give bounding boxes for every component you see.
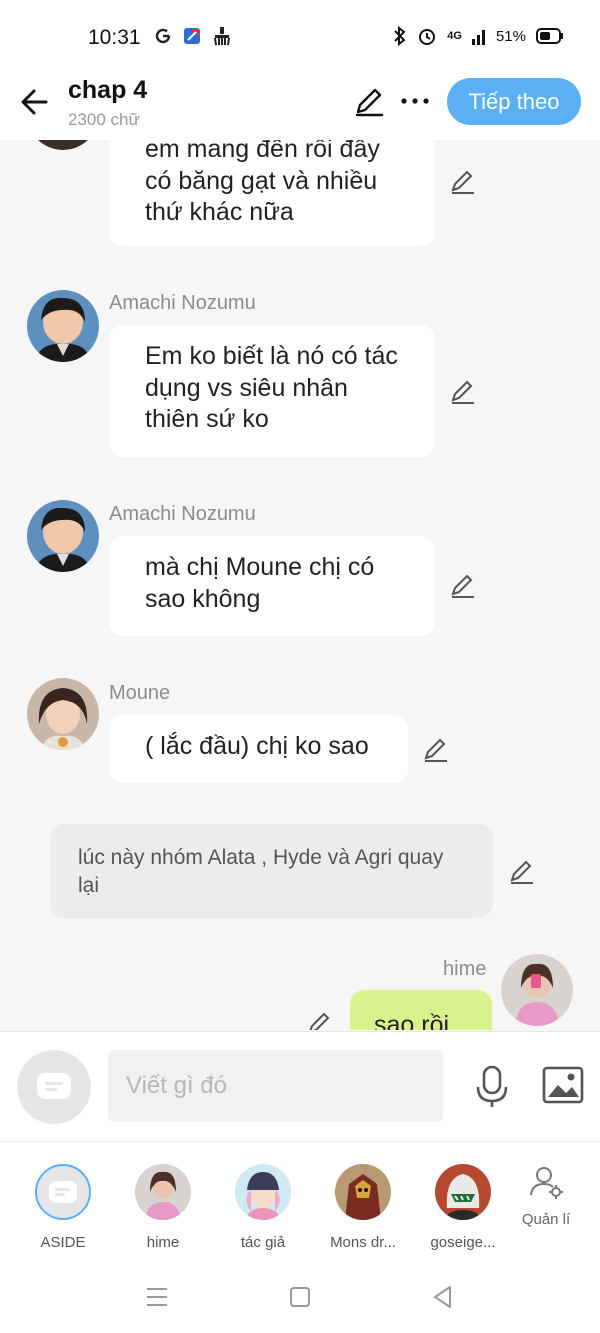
image-upload-icon[interactable] bbox=[542, 1065, 584, 1105]
character-avatar bbox=[235, 1164, 291, 1220]
message-bubble[interactable]: mà chị Moune chị có sao không bbox=[109, 536, 435, 636]
manage-characters-button[interactable]: Quản lí bbox=[514, 1164, 578, 1228]
avatar-portrait-image bbox=[501, 954, 573, 1026]
shield-app-icon bbox=[184, 28, 200, 44]
character-tac-gia[interactable]: tác giả bbox=[218, 1164, 308, 1251]
chat-bubble-icon bbox=[49, 1181, 77, 1203]
edit-pencil-icon[interactable] bbox=[352, 84, 386, 118]
next-button[interactable]: Tiếp theo bbox=[447, 78, 581, 125]
self-message-bubble[interactable]: sao rồi bbox=[350, 990, 492, 1030]
sender-name: Amachi Nozumu bbox=[109, 292, 256, 314]
menu-icon[interactable] bbox=[144, 1284, 170, 1310]
sender-name: Moune bbox=[109, 682, 171, 704]
google-icon bbox=[155, 28, 171, 44]
character-label: tác giả bbox=[240, 1234, 286, 1251]
system-nav-bar bbox=[0, 1262, 600, 1333]
character-label: hime bbox=[146, 1234, 180, 1251]
character-label: goseige... bbox=[430, 1234, 496, 1251]
back-arrow-icon[interactable] bbox=[16, 82, 56, 122]
network-type: 4G bbox=[447, 30, 462, 42]
edit-message-icon[interactable] bbox=[422, 736, 450, 764]
message-bubble[interactable]: ( lắc đầu) chị ko sao bbox=[109, 715, 408, 783]
composer-bar bbox=[0, 1031, 600, 1142]
message-input[interactable] bbox=[108, 1050, 443, 1122]
avatar[interactable] bbox=[27, 140, 99, 150]
user-settings-icon bbox=[530, 1167, 563, 1199]
character-avatar bbox=[135, 1164, 191, 1220]
self-avatar[interactable] bbox=[501, 954, 573, 1026]
avatar[interactable] bbox=[27, 290, 99, 362]
character-goseige[interactable]: goseige... bbox=[418, 1164, 508, 1251]
edit-narration-icon[interactable] bbox=[508, 858, 536, 886]
edit-message-icon[interactable] bbox=[449, 572, 477, 600]
character-label: ASIDE bbox=[40, 1234, 86, 1251]
character-aside[interactable]: ASIDE bbox=[18, 1164, 108, 1251]
cleaner-icon bbox=[214, 27, 230, 46]
manage-label: Quản lí bbox=[521, 1211, 571, 1228]
status-system-icons: 4G 51% bbox=[393, 26, 564, 46]
more-options-icon[interactable] bbox=[398, 84, 432, 118]
nav-back-icon[interactable] bbox=[430, 1284, 456, 1310]
aside-toggle-button[interactable] bbox=[17, 1050, 91, 1124]
word-count: 2300 chữ bbox=[68, 110, 140, 129]
edit-message-icon[interactable] bbox=[449, 378, 477, 406]
sender-name: Amachi Nozumu bbox=[109, 503, 256, 525]
battery-icon bbox=[536, 28, 563, 44]
edit-message-icon[interactable] bbox=[449, 168, 477, 196]
character-avatar bbox=[335, 1164, 391, 1220]
chat-area[interactable]: em mang đến rồi đây có băng gạt và nhiều… bbox=[0, 140, 600, 1030]
message-bubble[interactable]: em mang đến rồi đây có băng gạt và nhiều… bbox=[109, 140, 435, 246]
avatar[interactable] bbox=[27, 678, 99, 750]
status-bar: 10:31 4G 51% bbox=[0, 0, 600, 76]
self-sender-name: hime bbox=[443, 958, 487, 980]
chat-bubble-icon bbox=[37, 1073, 71, 1099]
status-app-icons bbox=[154, 26, 232, 46]
avatar-portrait-image bbox=[27, 500, 99, 572]
message-bubble[interactable]: Em ko biết là nó có tác dụng vs siêu nhâ… bbox=[109, 325, 435, 457]
character-avatar bbox=[435, 1164, 491, 1220]
avatar-portrait-image bbox=[27, 678, 99, 750]
avatar-portrait-image bbox=[27, 290, 99, 362]
microphone-icon[interactable] bbox=[472, 1065, 512, 1109]
chapter-title: chap 4 bbox=[68, 76, 148, 104]
editor-header: chap 4 2300 chữ Tiếp theo bbox=[0, 68, 600, 140]
alarm-icon bbox=[419, 29, 436, 45]
aside-avatar bbox=[35, 1164, 91, 1220]
battery-percent: 51% bbox=[495, 27, 526, 45]
edit-message-icon[interactable] bbox=[306, 1010, 334, 1030]
character-bar: ASIDE hime tác giả Mons dr... goseige...… bbox=[0, 1141, 600, 1262]
bluetooth-icon bbox=[394, 26, 406, 46]
signal-icon bbox=[471, 30, 485, 45]
character-label: Mons dr... bbox=[330, 1234, 396, 1251]
character-hime[interactable]: hime bbox=[118, 1164, 208, 1251]
status-time: 10:31 bbox=[88, 26, 141, 49]
character-mons[interactable]: Mons dr... bbox=[318, 1164, 408, 1251]
avatar[interactable] bbox=[27, 500, 99, 572]
narration-block[interactable]: lúc này nhóm Alata , Hyde và Agri quay l… bbox=[50, 824, 493, 918]
home-icon[interactable] bbox=[287, 1284, 313, 1310]
